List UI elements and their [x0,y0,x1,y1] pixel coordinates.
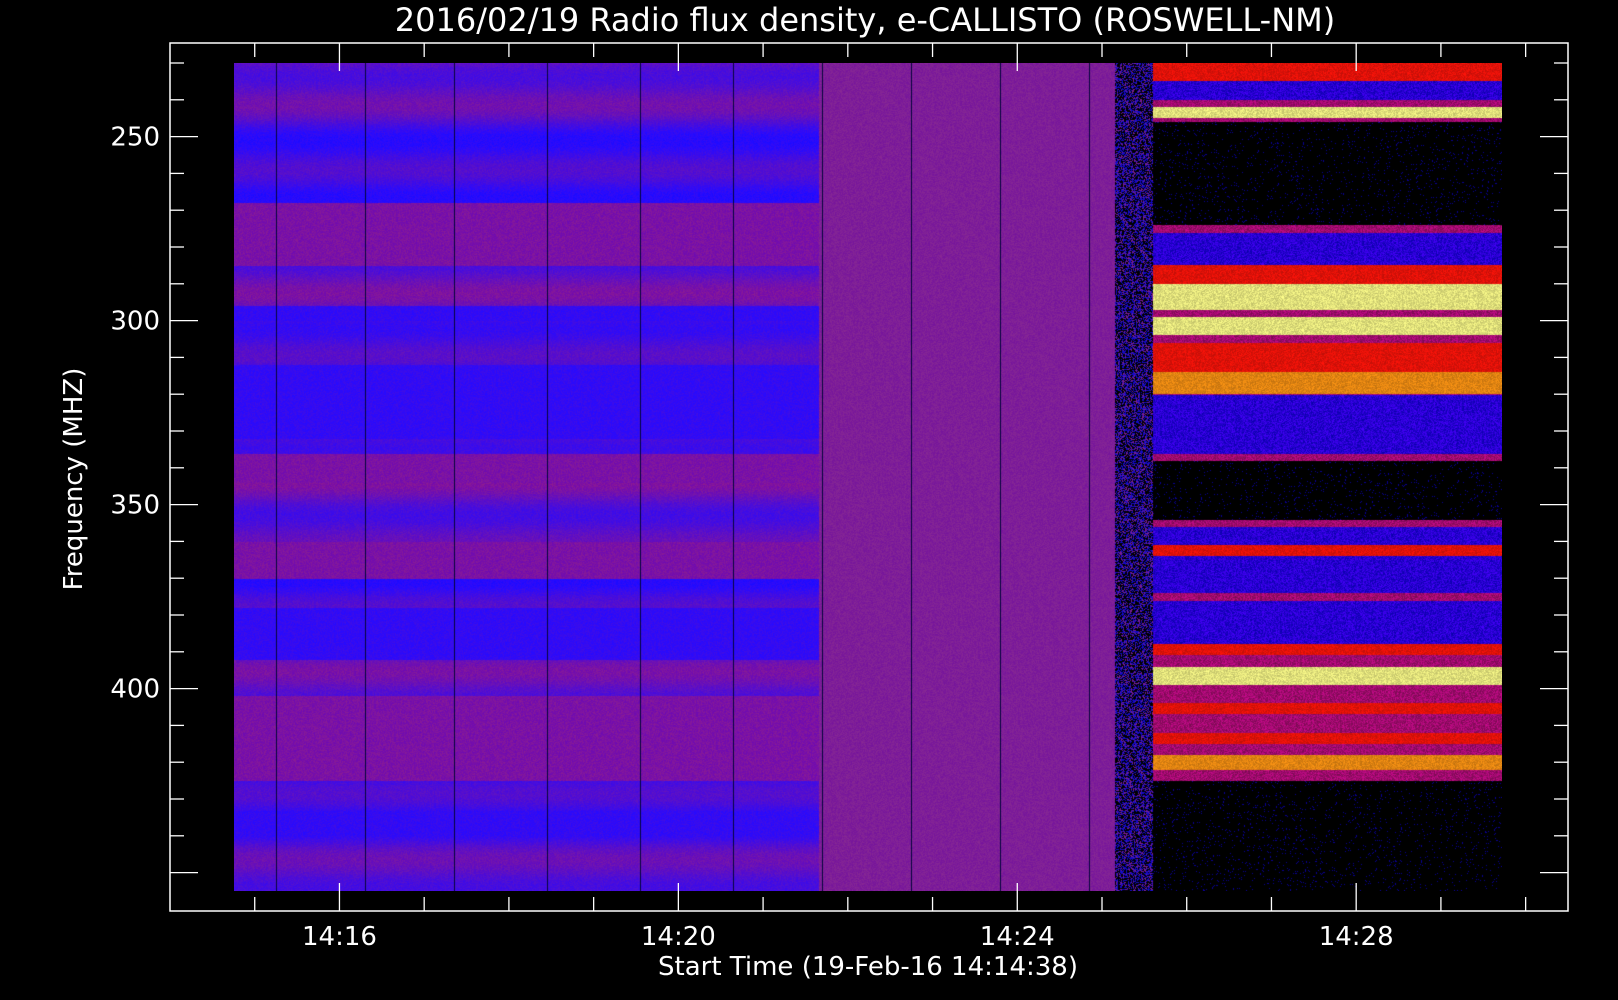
x-tick-label: 14:28 [1319,922,1394,952]
x-tick-label: 14:20 [641,922,716,952]
chart-title: 2016/02/19 Radio flux density, e-CALLIST… [395,1,1335,39]
y-tick-label: 350 [110,491,160,521]
spectrogram-image [234,63,1502,891]
spectrogram-chart: 2016/02/19 Radio flux density, e-CALLIST… [59,1,1569,982]
x-tick-label: 14:24 [980,922,1055,952]
y-tick-label: 400 [110,675,160,705]
y-axis-label: Frequency (MHZ) [59,368,89,591]
y-tick-label: 250 [110,123,160,153]
y-tick-label: 300 [110,307,160,337]
spectrogram-heatmap [234,63,1502,891]
x-tick-label: 14:16 [302,922,377,952]
x-axis-label: Start Time (19-Feb-16 14:14:38) [658,952,1078,982]
